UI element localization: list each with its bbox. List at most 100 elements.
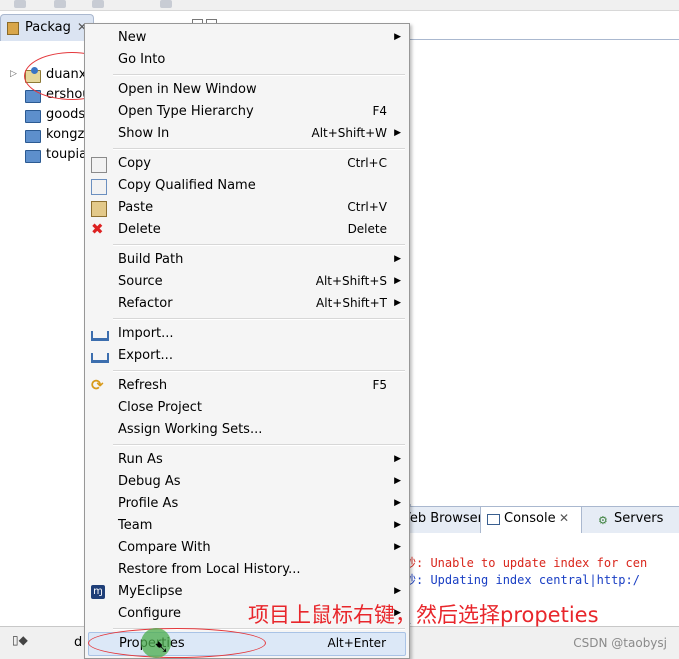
submenu-arrow-icon: ▶ bbox=[394, 498, 401, 508]
menu-separator bbox=[113, 148, 405, 150]
menu-item-label: Copy bbox=[118, 156, 151, 171]
export-icon bbox=[91, 353, 109, 363]
menu-item-label: Open Type Hierarchy bbox=[118, 104, 254, 119]
submenu-arrow-icon: ▶ bbox=[394, 128, 401, 138]
context-menu: New ▶ Go Into Open in New Window Open Ty… bbox=[84, 23, 410, 659]
menu-item-shortcut: Ctrl+C bbox=[347, 156, 387, 170]
submenu-arrow-icon: ▶ bbox=[394, 586, 401, 596]
menu-item-label: Import... bbox=[118, 326, 174, 341]
package-explorer-tab-label: Packag bbox=[25, 20, 71, 35]
menu-item-refresh[interactable]: ⟳ Refresh F5 bbox=[85, 375, 409, 397]
menu-item-import[interactable]: Import... bbox=[85, 323, 409, 345]
package-explorer-tab[interactable]: Packag ✕ bbox=[0, 14, 94, 41]
menu-item-copy-qualified-name[interactable]: Copy Qualified Name bbox=[85, 175, 409, 197]
copy-icon bbox=[91, 157, 107, 173]
expand-arrow-icon[interactable]: ▷ bbox=[10, 69, 17, 79]
menu-item-label: Run As bbox=[118, 452, 163, 467]
menu-separator bbox=[113, 370, 405, 372]
menu-item-open-in-new-window[interactable]: Open in New Window bbox=[85, 79, 409, 101]
console-tab-bar: Veb Browser Console ✕ ⚙ Servers bbox=[398, 506, 679, 534]
toolbar-back-icon[interactable] bbox=[54, 0, 66, 8]
menu-item-label: Delete bbox=[118, 222, 161, 237]
myeclipse-icon: ɱ bbox=[91, 585, 105, 599]
menu-item-label: Profile As bbox=[118, 496, 179, 511]
toolbar-new-icon[interactable] bbox=[14, 0, 26, 8]
menu-item-shortcut: F4 bbox=[372, 104, 387, 118]
menu-item-label: Paste bbox=[118, 200, 154, 215]
menu-item-run-as[interactable]: Run As ▶ bbox=[85, 449, 409, 471]
menu-item-compare-with[interactable]: Compare With ▶ bbox=[85, 537, 409, 559]
menu-item-delete[interactable]: ✖ Delete Delete bbox=[85, 219, 409, 241]
menu-item-shortcut: Alt+Shift+W bbox=[311, 126, 388, 140]
tab-web-browser[interactable]: Veb Browser bbox=[402, 511, 483, 526]
menu-item-source[interactable]: Source Alt+Shift+S ▶ bbox=[85, 271, 409, 293]
copy-qualified-name-icon bbox=[91, 179, 107, 195]
menu-separator bbox=[113, 74, 405, 76]
tab-servers[interactable]: Servers bbox=[614, 511, 663, 526]
menu-item-label: Show In bbox=[118, 126, 170, 141]
menu-item-shortcut: Delete bbox=[347, 222, 387, 236]
submenu-arrow-icon: ▶ bbox=[394, 520, 401, 530]
menu-item-shortcut: Alt+Enter bbox=[327, 636, 386, 650]
menu-item-label: Debug As bbox=[118, 474, 181, 489]
mouse-pointer-icon: ➷ bbox=[154, 637, 170, 658]
menu-item-team[interactable]: Team ▶ bbox=[85, 515, 409, 537]
menu-item-new[interactable]: New ▶ bbox=[85, 27, 409, 49]
delete-icon: ✖ bbox=[91, 220, 104, 238]
menu-item-shortcut: Alt+Shift+S bbox=[315, 274, 387, 288]
menu-item-export[interactable]: Export... bbox=[85, 345, 409, 367]
toolbar-run-icon[interactable] bbox=[92, 0, 104, 8]
menu-item-label: Build Path bbox=[118, 252, 184, 267]
submenu-arrow-icon: ▶ bbox=[394, 298, 401, 308]
menu-item-build-path[interactable]: Build Path ▶ bbox=[85, 249, 409, 271]
main-toolbar bbox=[0, 0, 679, 11]
tree-item-project[interactable]: toupia bbox=[0, 145, 84, 165]
status-text: d bbox=[74, 635, 83, 650]
menu-item-label: Team bbox=[118, 518, 153, 533]
menu-item-label: Refresh bbox=[118, 378, 168, 393]
menu-item-shortcut: Ctrl+V bbox=[347, 200, 387, 214]
toolbar-forward-icon[interactable] bbox=[160, 0, 172, 8]
menu-item-open-type-hierarchy[interactable]: Open Type Hierarchy F4 bbox=[85, 101, 409, 123]
menu-item-shortcut: Alt+Shift+T bbox=[316, 296, 387, 310]
submenu-arrow-icon: ▶ bbox=[394, 542, 401, 552]
console-line: 秒: Updating index central|http:/ bbox=[404, 573, 640, 587]
menu-item-profile-as[interactable]: Profile As ▶ bbox=[85, 493, 409, 515]
refresh-icon: ⟳ bbox=[91, 376, 104, 394]
menu-item-go-into[interactable]: Go Into bbox=[85, 49, 409, 71]
menu-item-label: Restore from Local History... bbox=[118, 562, 301, 577]
menu-item-label: Assign Working Sets... bbox=[118, 422, 263, 437]
menu-item-refactor[interactable]: Refactor Alt+Shift+T ▶ bbox=[85, 293, 409, 315]
tree-item-project[interactable]: kongz bbox=[0, 125, 84, 145]
submenu-arrow-icon: ▶ bbox=[394, 254, 401, 264]
status-icon[interactable]: ▯◆ bbox=[12, 633, 28, 647]
close-icon[interactable]: ✕ bbox=[559, 511, 569, 525]
tree-item-project[interactable]: goods bbox=[0, 105, 84, 125]
menu-item-shortcut: F5 bbox=[372, 378, 387, 392]
menu-item-show-in[interactable]: Show In Alt+Shift+W ▶ bbox=[85, 123, 409, 145]
submenu-arrow-icon: ▶ bbox=[394, 276, 401, 286]
folder-icon bbox=[25, 130, 41, 143]
menu-item-label: Configure bbox=[118, 606, 182, 621]
editor-tab-divider bbox=[410, 39, 679, 40]
console-icon bbox=[487, 514, 500, 525]
tree-item-label: toupia bbox=[46, 147, 84, 162]
menu-item-label: Export... bbox=[118, 348, 173, 363]
menu-item-label: Open in New Window bbox=[118, 82, 257, 97]
package-explorer-icon bbox=[7, 22, 19, 35]
console-line: 秒: Unable to update index for cen bbox=[404, 556, 648, 570]
menu-separator bbox=[113, 244, 405, 246]
menu-item-label: Go Into bbox=[118, 52, 166, 67]
menu-item-paste[interactable]: Paste Ctrl+V bbox=[85, 197, 409, 219]
menu-item-assign-working-sets[interactable]: Assign Working Sets... bbox=[85, 419, 409, 441]
folder-icon bbox=[25, 150, 41, 163]
menu-item-restore-from-local-history[interactable]: Restore from Local History... bbox=[85, 559, 409, 581]
submenu-arrow-icon: ▶ bbox=[394, 454, 401, 464]
annotation-text: 项目上鼠标右键，然后选择propeties bbox=[248, 603, 599, 627]
menu-item-debug-as[interactable]: Debug As ▶ bbox=[85, 471, 409, 493]
servers-icon: ⚙ bbox=[598, 514, 608, 527]
menu-item-close-project[interactable]: Close Project bbox=[85, 397, 409, 419]
menu-item-copy[interactable]: Copy Ctrl+C bbox=[85, 153, 409, 175]
tree-item-label: kongz bbox=[46, 127, 84, 142]
menu-item-label: New bbox=[118, 30, 147, 45]
